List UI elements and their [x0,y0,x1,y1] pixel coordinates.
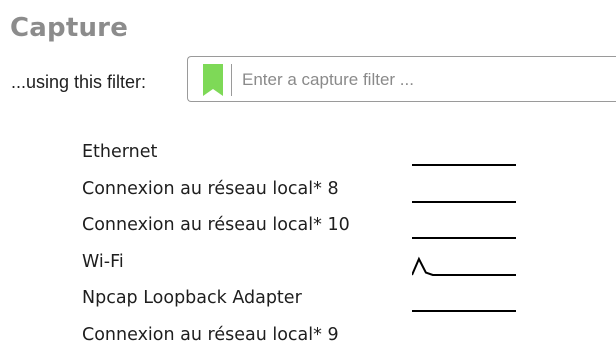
interface-item[interactable]: Connexion au réseau local* 10 [82,209,532,246]
interface-sparkline [412,200,516,203]
interface-item[interactable]: Connexion au réseau local* 8 [82,173,532,210]
interface-item[interactable]: Npcap Loopback Adapter [82,282,532,319]
interface-sparkline [412,164,516,166]
interface-name: Connexion au réseau local* 9 [82,324,339,345]
interface-name: Connexion au réseau local* 10 [82,215,350,236]
interface-sparkline [412,237,516,240]
capture-filter-row: ...using this filter: [11,56,616,108]
interface-name: Wi-Fi [82,251,124,272]
interface-name: Connexion au réseau local* 8 [82,178,339,199]
capture-filter-box[interactable] [187,56,616,102]
interface-name: Ethernet [82,142,158,162]
capture-section-title: Capture [10,13,129,43]
interface-item[interactable]: Ethernet [82,136,532,173]
capture-filter-label: ...using this filter: [11,72,147,92]
bookmark-icon [203,64,223,96]
capture-filter-bookmark-button[interactable] [196,64,232,96]
interface-sparkline [412,310,516,313]
sparkline-line [412,256,516,276]
interface-item[interactable]: Wi-Fi [82,246,532,283]
interface-item[interactable]: Connexion au réseau local* 9 [82,319,532,356]
interface-list: Ethernet Connexion au réseau local* 8 Conn… [82,136,532,356]
interface-name: Npcap Loopback Adapter [82,288,302,309]
interface-sparkline [412,256,516,276]
capture-filter-input[interactable] [242,64,612,96]
